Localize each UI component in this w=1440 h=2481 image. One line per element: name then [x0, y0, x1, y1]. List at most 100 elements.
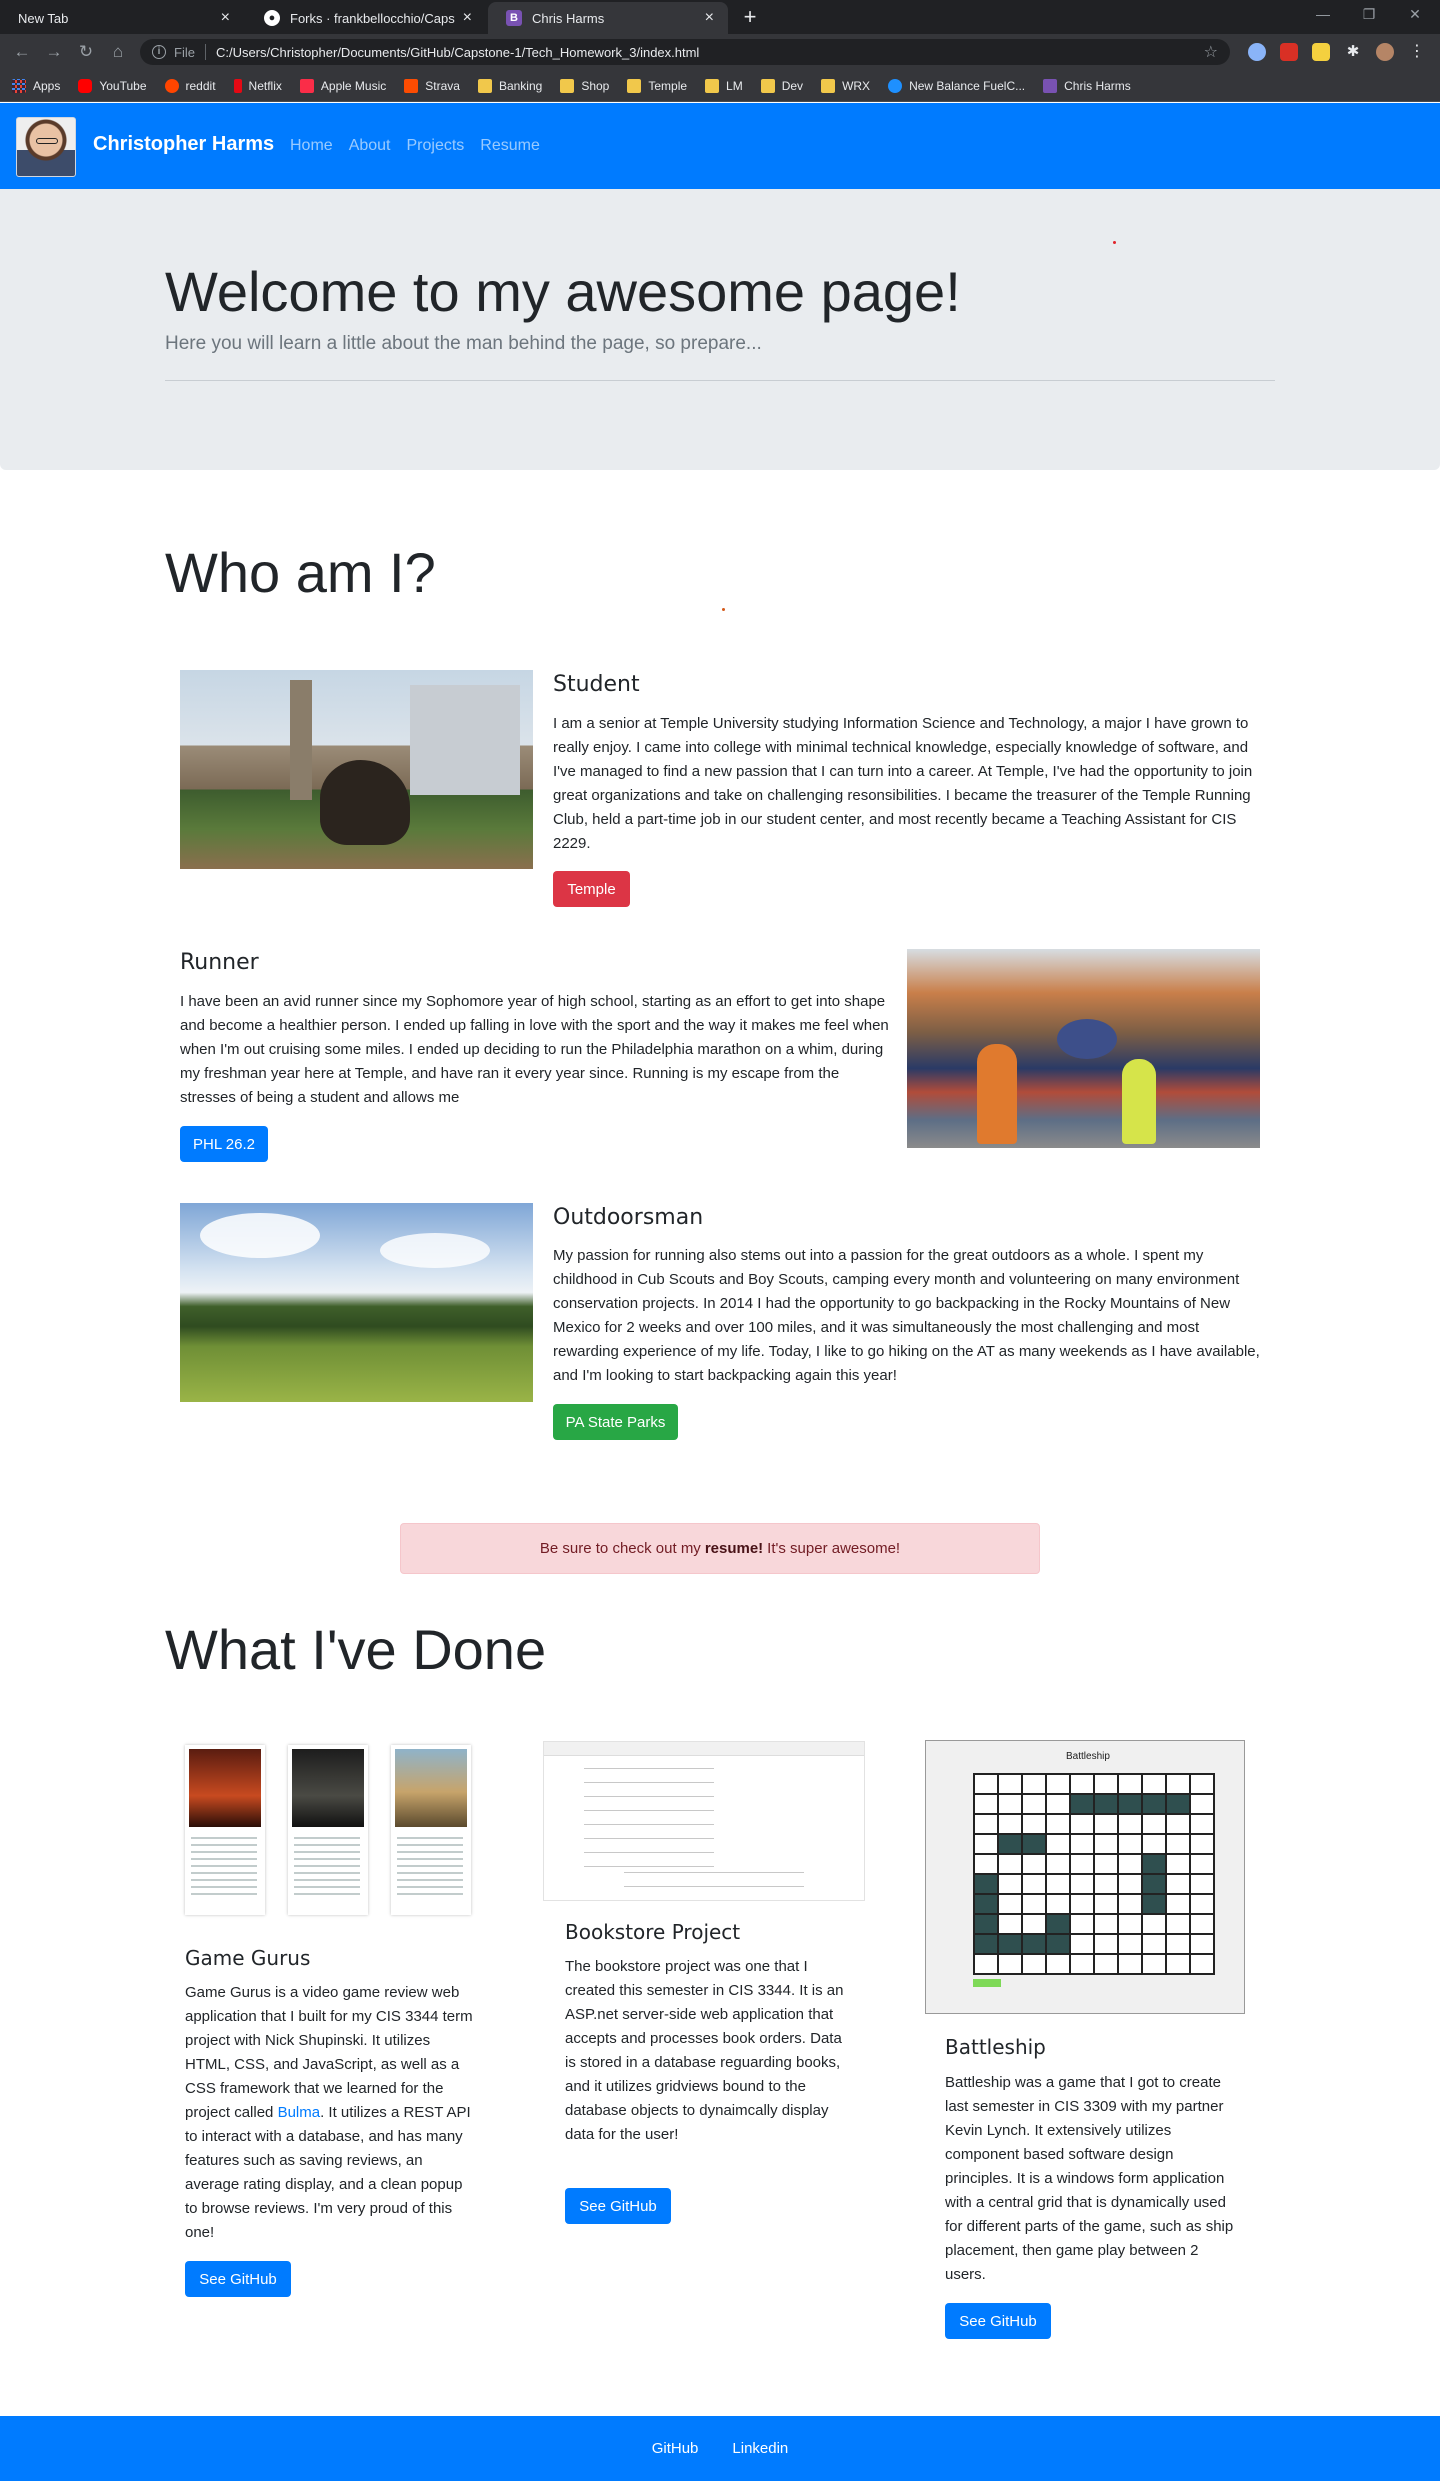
alert-resume-strong[interactable]: resume! [705, 1540, 763, 1557]
start-button-shape [973, 1979, 1001, 1987]
adblock-icon[interactable] [1280, 43, 1298, 61]
grid-cell [1022, 1814, 1046, 1834]
grid-cell [1094, 1934, 1118, 1954]
alert-text-before: Be sure to check out my [539, 1540, 701, 1557]
bookmark-shop[interactable]: Shop [560, 78, 609, 93]
bookmark-label: WRX [842, 78, 871, 93]
bookstore-github-button[interactable]: See GitHub [565, 2188, 671, 2224]
nav-link-home[interactable]: Home [290, 137, 333, 155]
grid-cell [1046, 1774, 1070, 1794]
folder-icon [760, 78, 775, 93]
grid-cell [1118, 1954, 1142, 1974]
grid-cell [1142, 1954, 1166, 1974]
grid-cell [1070, 1854, 1094, 1874]
grid-cell [974, 1954, 998, 1974]
grid-cell [1166, 1794, 1190, 1814]
bookmark-label: reddit [185, 78, 216, 93]
bulma-link[interactable]: Bulma [278, 2104, 321, 2121]
bookmark-temple[interactable]: Temple [627, 78, 688, 93]
address-bar[interactable]: i File C:/Users/Christopher/Documents/Gi… [140, 39, 1230, 65]
close-icon[interactable]: × [705, 9, 714, 27]
bookmark-youtube[interactable]: YouTube [78, 78, 147, 93]
text-lines [294, 1837, 360, 1897]
minimize-icon[interactable]: — [1300, 0, 1346, 30]
site-brand[interactable]: Christopher Harms [93, 133, 274, 156]
extension-icon[interactable] [1312, 43, 1330, 61]
owl-statue-shape [320, 760, 410, 845]
profile-avatar-icon[interactable] [1376, 43, 1394, 61]
reddit-icon [164, 78, 179, 93]
info-icon[interactable]: i [152, 45, 166, 59]
nav-link-resume[interactable]: Resume [480, 137, 540, 155]
new-tab-plus-icon[interactable]: + [736, 2, 764, 32]
temple-button[interactable]: Temple [553, 871, 630, 907]
grid-cell [1046, 1874, 1070, 1894]
bookmark-label: Dev [781, 78, 804, 93]
grid-cell [998, 1874, 1022, 1894]
restore-icon[interactable]: ❐ [1346, 0, 1392, 30]
window-close-icon[interactable]: ✕ [1392, 0, 1438, 30]
grid-cell [1022, 1954, 1046, 1974]
bookmark-lm[interactable]: LM [705, 78, 743, 93]
grid-cell [1142, 1854, 1166, 1874]
who-am-i-title: Who am I? [165, 541, 436, 604]
reload-icon[interactable]: ↻ [74, 40, 98, 64]
bootstrap-icon [1043, 78, 1058, 93]
avatar [16, 117, 76, 177]
bookmark-banking[interactable]: Banking [477, 78, 542, 93]
phl-marathon-button[interactable]: PHL 26.2 [180, 1126, 268, 1162]
tab-github-forks[interactable]: ● Forks · frankbellocchio/Capstone × [246, 2, 486, 34]
grid-cell [1190, 1794, 1214, 1814]
bookmark-label: Apps [33, 78, 61, 93]
bookmark-wrx[interactable]: WRX [821, 78, 871, 93]
nav-link-projects[interactable]: Projects [407, 137, 465, 155]
grid-cell [1094, 1774, 1118, 1794]
tab-chris-harms[interactable]: B Chris Harms × [488, 2, 728, 34]
close-icon[interactable]: × [221, 9, 230, 27]
battleship-github-button[interactable]: See GitHub [945, 2303, 1051, 2339]
menu-kebab-icon[interactable]: ⋮ [1408, 43, 1426, 61]
grid-cell [974, 1834, 998, 1854]
bookmark-label: Strava [425, 78, 460, 93]
bookmark-new-balance[interactable]: New Balance FuelC... [888, 78, 1025, 93]
marathon-runners-image [907, 949, 1260, 1148]
bookmark-chris-harms[interactable]: Chris Harms [1043, 78, 1131, 93]
home-icon[interactable]: ⌂ [106, 40, 130, 64]
bookmark-dev[interactable]: Dev [760, 78, 804, 93]
tab-new-tab[interactable]: New Tab × [0, 2, 244, 34]
url-scheme: File [174, 44, 195, 60]
red-dot [1113, 241, 1116, 244]
card-text-part: Game Gurus is a video game review web ap… [185, 1984, 473, 2121]
outdoorsman-text: My passion for running also stems out in… [553, 1247, 1260, 1384]
bookmark-apps[interactable]: Apps [12, 78, 61, 93]
footer-github-link[interactable]: GitHub [652, 2440, 699, 2457]
grid-cell [1022, 1874, 1046, 1894]
battleship-text: Battleship was a game that I got to crea… [945, 2074, 1234, 2283]
nav-link-about[interactable]: About [349, 137, 391, 155]
bookmark-netflix[interactable]: Netflix [233, 78, 282, 93]
bookmark-label: Temple [648, 78, 688, 93]
hero-title: Welcome to my awesome page! [165, 260, 961, 323]
close-icon[interactable]: × [463, 9, 472, 27]
back-arrow-icon[interactable]: ← [10, 40, 34, 64]
grid-cell [1118, 1934, 1142, 1954]
bookmark-star-icon[interactable]: ☆ [1204, 42, 1218, 62]
bookmark-reddit[interactable]: reddit [164, 78, 216, 93]
grid-cell [1094, 1954, 1118, 1974]
bookmark-strava[interactable]: Strava [404, 78, 460, 93]
grid-cell [1094, 1794, 1118, 1814]
grid-cell [1094, 1834, 1118, 1854]
grid-cell [1022, 1834, 1046, 1854]
extension-icon[interactable] [1248, 43, 1266, 61]
card-text-part: . It utilizes a REST API to interact wit… [185, 2104, 471, 2241]
grid-cell [998, 1814, 1022, 1834]
footer-linkedin-link[interactable]: Linkedin [732, 2440, 788, 2457]
grid-cell [1094, 1894, 1118, 1914]
game-gurus-github-button[interactable]: See GitHub [185, 2261, 291, 2297]
forward-arrow-icon[interactable]: → [42, 40, 66, 64]
puzzle-extensions-icon[interactable]: ✱ [1344, 43, 1362, 61]
battleship-window-title: Battleship [1066, 1751, 1110, 1762]
pa-state-parks-button[interactable]: PA State Parks [553, 1404, 678, 1440]
bookmark-apple-music[interactable]: Apple Music [299, 78, 386, 93]
grid-cell [1118, 1774, 1142, 1794]
